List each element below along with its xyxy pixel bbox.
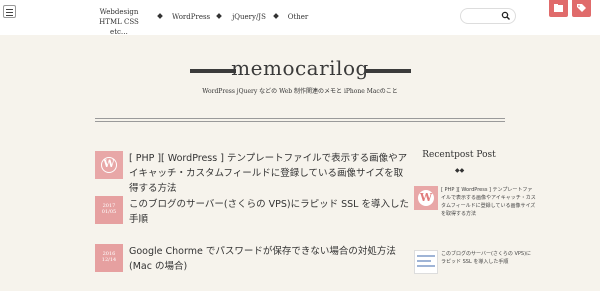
post-item[interactable]: 2017 01/05 このブログのサーバー(さくらの VPS)にラピッド SSL… [95,196,409,225]
sidebar-post-thumbnail[interactable] [414,250,438,274]
post-thumbnail[interactable]: 2016 12/14 [95,244,123,272]
wordpress-logo-icon: W [101,157,117,173]
title-ornament-right [365,69,411,73]
search-icon[interactable] [501,11,511,21]
post-title[interactable]: このブログのサーバー(さくらの VPS)にラピッド SSL を導入した手順 [129,197,409,227]
nav-label: Webdesign [99,8,139,16]
folder-icon [554,4,563,12]
divider [95,118,505,119]
site-title[interactable]: memocarilog [0,56,600,80]
site-tagline: WordPress jQuery などの Web 制作関連のメモと iPhone… [202,88,398,95]
sidebar-post-thumbnail[interactable]: W [414,186,438,210]
ornament-icon: ◆◆ [455,167,465,174]
post-thumbnail[interactable]: W [95,151,123,179]
nav-separator [216,13,222,19]
post-thumbnail[interactable]: 2017 01/05 [95,196,123,224]
nav-label: HTML CSS etc… [99,18,139,36]
sidebar-title: Recentpost Post [422,150,496,160]
sidebar-post-title[interactable]: [ PHP ][ WordPress ] テンプレートファイルで表示する画像やア… [441,186,536,218]
wordpress-logo-icon: W [418,190,434,206]
thumb-date: 01/05 [101,209,117,215]
nav-item-jquery[interactable]: jQuery/JS [230,12,268,22]
tag-button[interactable] [572,0,591,17]
archive-button[interactable] [549,0,568,17]
site-header: Webdesign HTML CSS etc… WordPress jQuery… [0,0,600,37]
post-title[interactable]: Google Chorme でパスワードが保存できない場合の対処方法(Mac の… [129,244,409,274]
post-item[interactable]: 2016 12/14 Google Chorme でパスワードが保存できない場合… [95,244,405,276]
nav-item-other[interactable]: Other [285,12,311,22]
nav-item-wordpress[interactable]: WordPress [172,12,210,22]
search-input[interactable] [460,8,516,24]
sidebar-post-title[interactable]: このブログのサーバー(さくらの VPS)にラピッド SSL を導入した手順 [441,250,536,266]
thumb-date: 12/14 [101,257,117,263]
divider [95,121,505,122]
nav-item-webdesign[interactable]: Webdesign HTML CSS etc… [95,7,143,37]
post-item[interactable]: W [ PHP ][ WordPress ] テンプレートファイルで表示する画像… [95,151,407,194]
nav-separator [273,13,279,19]
tag-icon [577,4,586,12]
nav-separator [157,13,163,19]
post-title[interactable]: [ PHP ][ WordPress ] テンプレートファイルで表示する画像やア… [129,151,409,196]
